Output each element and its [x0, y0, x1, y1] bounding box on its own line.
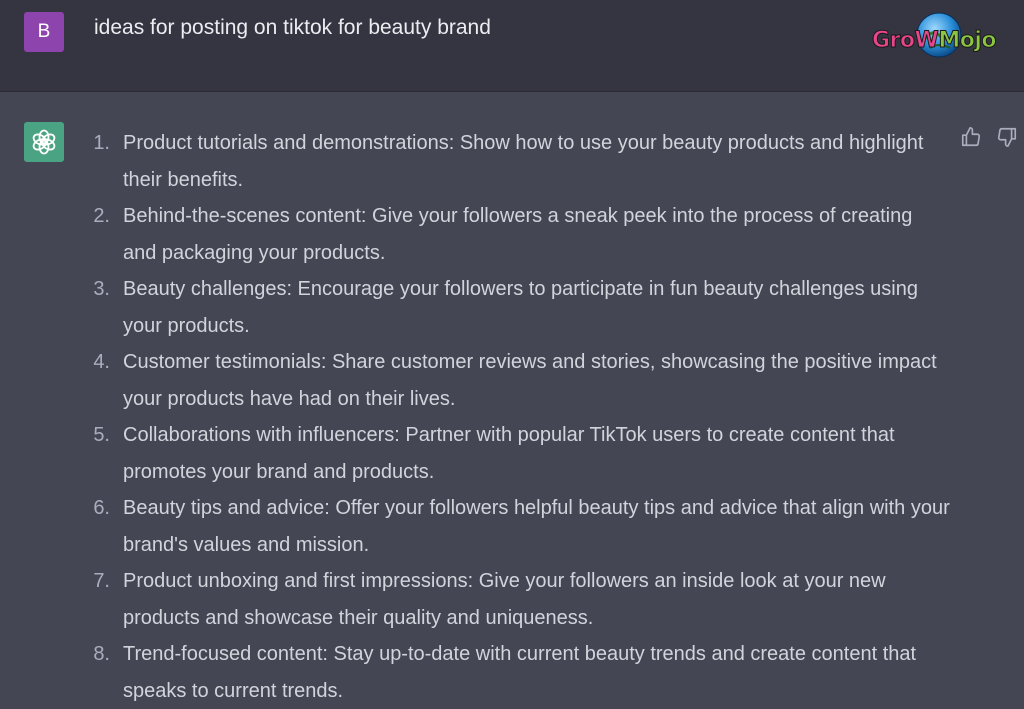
item-number: 1.	[93, 132, 110, 154]
list-item: 5. Collaborations with influencers: Part…	[80, 417, 950, 490]
item-number: 8.	[93, 643, 110, 665]
item-text: Beauty tips and advice: Offer your follo…	[123, 497, 950, 556]
list-item: 3. Beauty challenges: Encourage your fol…	[80, 271, 950, 344]
item-number: 5.	[93, 424, 110, 446]
list-item: 1. Product tutorials and demonstrations:…	[80, 125, 950, 198]
assistant-message-row: 1. Product tutorials and demonstrations:…	[0, 92, 1024, 702]
list-item: 8. Trend-focused content: Stay up-to-dat…	[80, 636, 950, 709]
list-item: 6. Beauty tips and advice: Offer your fo…	[80, 490, 950, 563]
item-number: 6.	[93, 497, 110, 519]
openai-logo-icon	[32, 129, 56, 155]
item-text: Product unboxing and first impressions: …	[123, 570, 886, 629]
logo-wordmark: GroWMojo	[872, 28, 997, 54]
item-text: Product tutorials and demonstrations: Sh…	[123, 132, 924, 191]
item-text: Collaborations with influencers: Partner…	[123, 424, 895, 483]
item-text: Customer testimonials: Share customer re…	[123, 351, 937, 410]
user-avatar: B	[24, 12, 64, 52]
item-number: 7.	[93, 570, 110, 592]
user-prompt-text: ideas for posting on tiktok for beauty b…	[94, 16, 491, 39]
item-number: 4.	[93, 351, 110, 373]
list-item: 4. Customer testimonials: Share customer…	[80, 344, 950, 417]
item-text: Trend-focused content: Stay up-to-date w…	[123, 643, 917, 702]
thumbs-up-icon[interactable]	[960, 126, 982, 148]
growmojo-logo: GroWMojo	[872, 6, 1000, 70]
list-item: 2. Behind-the-scenes content: Give your …	[80, 198, 950, 271]
item-text: Beauty challenges: Encourage your follow…	[123, 278, 918, 337]
assistant-avatar	[24, 122, 64, 162]
thumbs-down-icon[interactable]	[996, 126, 1018, 148]
item-number: 2.	[93, 205, 110, 227]
item-number: 3.	[93, 278, 110, 300]
item-text: Behind-the-scenes content: Give your fol…	[123, 205, 913, 264]
user-message-row: B ideas for posting on tiktok for beauty…	[0, 0, 1024, 92]
list-item: 7. Product unboxing and first impression…	[80, 563, 950, 636]
answer-list: 1. Product tutorials and demonstrations:…	[80, 125, 950, 709]
